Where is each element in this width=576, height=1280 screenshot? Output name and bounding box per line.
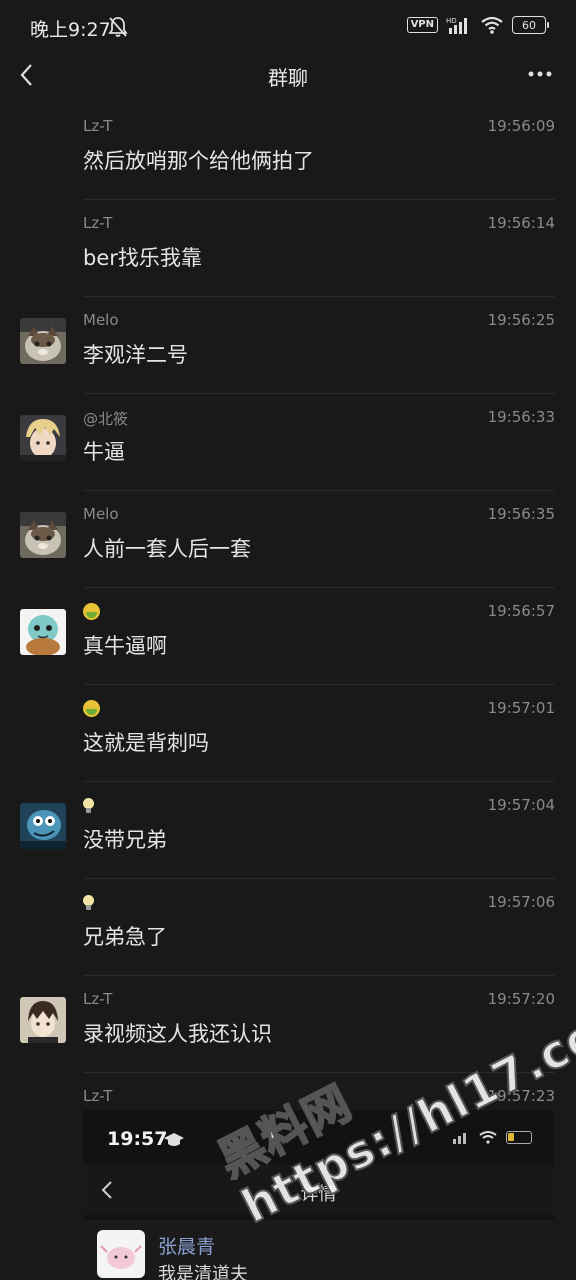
contact-avatar [97, 1230, 145, 1278]
sender-name: @北筱 [83, 410, 129, 428]
cat-avatar[interactable] [20, 512, 66, 558]
message-time: 19:56:33 [487, 408, 555, 426]
message-item[interactable]: Lz-T 19:56:14 ber找乐我靠 [0, 201, 576, 297]
nauseated-face-icon [83, 700, 100, 717]
contact-name: 张晨青 [158, 1236, 216, 1258]
message-text: 牛逼 [83, 440, 125, 464]
message-time: 19:56:09 [487, 117, 555, 135]
network-label: HD [446, 17, 457, 25]
wifi-icon [479, 1131, 497, 1144]
divider [83, 878, 555, 879]
light-bulb-icon [83, 894, 94, 911]
anime-blond-avatar[interactable] [20, 415, 66, 461]
sender-name: Lz-T [83, 1087, 113, 1105]
sender-name: Melo [83, 311, 119, 329]
divider [83, 781, 555, 782]
signal-icon: HD [446, 17, 467, 34]
divider [83, 975, 555, 976]
status-bar: 晚上9:27 VPN HD 60 [0, 0, 576, 56]
message-item[interactable]: @北筱 19:56:33 牛逼 [0, 395, 576, 491]
sender-icon [83, 699, 100, 717]
message-item[interactable]: Melo 19:56:35 人前一套人后一套 [0, 492, 576, 588]
status-icons: VPN HD 60 [406, 16, 549, 34]
cat-avatar[interactable] [20, 318, 66, 364]
divider [83, 587, 555, 588]
message-item[interactable]: Melo 19:56:25 李观洋二号 [0, 298, 576, 394]
sender-name: Lz-T [83, 990, 113, 1008]
message-text: 这就是背刺吗 [83, 731, 209, 755]
contact-subtitle: 我是清道夫 [158, 1264, 248, 1280]
screenshot-time: 19:57 [107, 1128, 168, 1150]
sender-icon [83, 602, 100, 620]
message-text: 兄弟急了 [83, 925, 167, 949]
sender-icon [83, 893, 94, 911]
vpn-badge: VPN [406, 17, 438, 33]
screenshot-contact-row: 张晨青 我是清道夫 [83, 1220, 554, 1280]
divider [83, 199, 555, 200]
sender-name: Lz-T [83, 214, 113, 232]
message-time: 19:56:57 [487, 602, 555, 620]
status-time: 晚上9:27 [30, 19, 111, 41]
battery-indicator [506, 1130, 532, 1144]
message-text: ber找乐我靠 [83, 246, 202, 270]
screenshot-status-icons [452, 1130, 532, 1144]
message-text: 没带兄弟 [83, 828, 167, 852]
nauseated-face-icon [83, 603, 100, 620]
message-item[interactable]: 19:57:06 兄弟急了 [0, 880, 576, 976]
message-text: 然后放哨那个给他俩拍了 [83, 149, 314, 173]
bell-off-icon [108, 17, 128, 37]
divider [83, 490, 555, 491]
battery-indicator: 60 [512, 16, 549, 34]
anime-boy-avatar[interactable] [20, 997, 66, 1043]
message-item[interactable]: 19:56:57 真牛逼啊 [0, 589, 576, 685]
chat-title: 群聊 [268, 66, 308, 90]
divider [83, 296, 555, 297]
message-item[interactable]: 19:57:04 没带兄弟 [0, 783, 576, 879]
message-item[interactable]: Lz-T 19:56:09 然后放哨那个给他俩拍了 [0, 104, 576, 200]
message-text: 录视频这人我还认识 [83, 1022, 272, 1046]
sender-name: Lz-T [83, 117, 113, 135]
message-text: 真牛逼啊 [83, 634, 167, 658]
message-time: 19:56:14 [487, 214, 555, 232]
message-time: 19:57:06 [487, 893, 555, 911]
message-item[interactable]: 19:57:01 这就是背刺吗 [0, 686, 576, 782]
nav-bar: 群聊 [0, 50, 576, 98]
sender-icon [83, 796, 94, 814]
message-time: 19:56:35 [487, 505, 555, 523]
divider [83, 393, 555, 394]
message-time: 19:57:01 [487, 699, 555, 717]
more-options-icon[interactable] [528, 70, 552, 78]
wifi-icon [481, 16, 503, 34]
divider [83, 684, 555, 685]
message-time: 19:57:04 [487, 796, 555, 814]
squirtle-avatar[interactable] [20, 609, 66, 655]
message-text: 李观洋二号 [83, 343, 188, 367]
sender-name: Melo [83, 505, 119, 523]
message-text: 人前一套人后一套 [83, 537, 251, 561]
light-bulb-icon [83, 797, 94, 814]
graduation-cap-icon [164, 1133, 184, 1146]
blue-cartoon-avatar[interactable] [20, 803, 66, 849]
message-time: 19:56:25 [487, 311, 555, 329]
